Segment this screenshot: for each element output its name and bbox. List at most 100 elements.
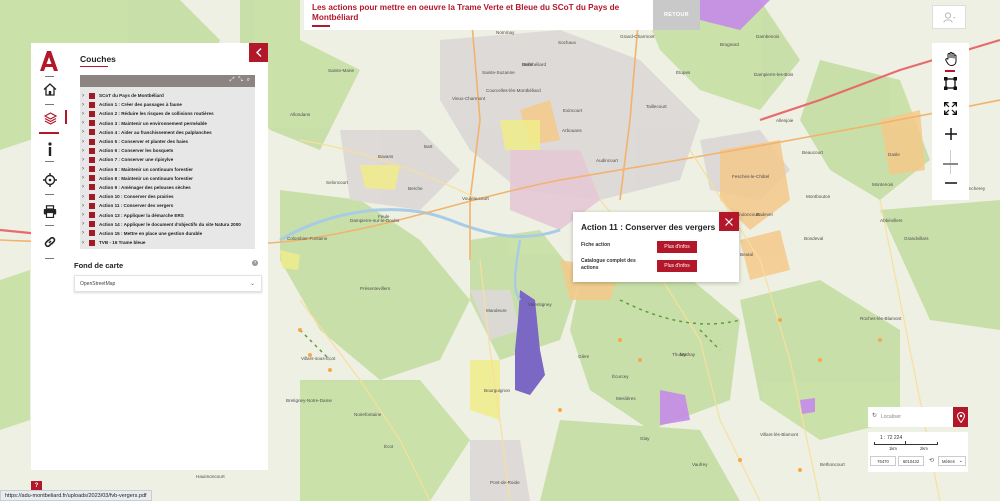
popup-close-button[interactable] [719, 212, 739, 231]
chevron-right-icon[interactable]: › [82, 194, 89, 200]
minus-icon [944, 182, 957, 184]
fullscreen-button[interactable] [939, 98, 962, 118]
user-menu-button[interactable] [932, 5, 966, 29]
chevron-right-icon[interactable]: › [82, 139, 89, 145]
swap-icon[interactable]: ⟲ [929, 457, 934, 464]
chevron-right-icon[interactable]: › [82, 93, 89, 99]
zoom-slider[interactable] [939, 150, 962, 174]
layer-row[interactable]: › Action 15 : Mettre en place une gestion… [80, 229, 255, 238]
expand-icon[interactable]: ⤢ ⤡ ⌕ [230, 77, 251, 84]
layer-checkbox[interactable] [89, 239, 95, 246]
chevron-right-icon[interactable]: › [82, 129, 89, 135]
locate-input[interactable] [881, 411, 951, 423]
basemap-select[interactable]: OpenStreetMap ⌄ [74, 275, 262, 292]
layer-label: SCoT du Pays de Montbéliard [99, 93, 164, 99]
layer-row[interactable]: › Action 6 : Conserver les bosquets [80, 146, 255, 155]
layer-checkbox[interactable] [89, 175, 95, 182]
map-place-label: Vaufrey [692, 462, 708, 467]
map-place-label: Audincourt [596, 158, 618, 163]
layer-row[interactable]: › Action 7 : Conserver une ripisylve [80, 155, 255, 164]
layer-checkbox[interactable] [89, 129, 95, 136]
map-place-label: Meslières [616, 396, 636, 401]
crosshair-icon [43, 173, 57, 187]
locate-button[interactable] [39, 170, 61, 190]
layer-row[interactable]: › SCoT du Pays de Montbéliard [80, 91, 255, 100]
refresh-icon[interactable]: ↻ [872, 412, 877, 419]
chevron-right-icon[interactable]: › [82, 148, 89, 154]
collapse-panel-button[interactable] [249, 43, 268, 62]
layer-row[interactable]: › Action 2 : Réduire les risques de colli… [80, 109, 255, 118]
map-place-label: Sainte-Suzanne [482, 70, 515, 75]
chevron-right-icon[interactable]: › [82, 240, 89, 246]
map-place-label: Grand-Charmont [620, 34, 655, 39]
select-area-button[interactable] [939, 73, 962, 93]
layer-label: Action 9 : Aménager des pelouses sèches [99, 184, 191, 190]
title-banner: Les actions pour mettre en oeuvre la Tra… [304, 0, 654, 30]
link-button[interactable] [39, 232, 61, 252]
layer-checkbox[interactable] [89, 138, 95, 145]
chevron-right-icon[interactable]: › [82, 175, 89, 181]
zoom-in-button[interactable] [939, 124, 962, 144]
map-place-label: Nommay [496, 30, 515, 35]
layer-row[interactable]: › Action 5 : Conserver et planter des hai… [80, 137, 255, 146]
unit-select[interactable]: Mètres ⌄ [938, 456, 966, 466]
zoom-slider-handle[interactable] [943, 163, 958, 165]
zoom-out-button[interactable] [939, 173, 962, 193]
layer-row[interactable]: › TVB - 16 Trame bleue [80, 238, 255, 247]
plus-icon [944, 128, 957, 140]
chevron-right-icon[interactable]: › [82, 102, 89, 108]
retour-button[interactable]: RETOUR [653, 0, 700, 30]
chevron-right-icon[interactable]: › [82, 221, 89, 227]
layer-label: Action 2 : Réduire les risques de collis… [99, 111, 214, 117]
chevron-right-icon[interactable]: › [82, 166, 89, 172]
map-place-label: Bart [424, 144, 433, 149]
layer-checkbox[interactable] [89, 120, 95, 127]
layer-checkbox[interactable] [89, 166, 95, 173]
toolbar-separator [45, 194, 54, 195]
chevron-right-icon[interactable]: › [82, 120, 89, 126]
pan-button[interactable] [939, 49, 962, 69]
home-button[interactable] [39, 79, 61, 99]
map-place-label: Noirefontaine [354, 412, 382, 417]
chevron-right-icon[interactable]: › [82, 111, 89, 117]
map-place-label: Écot [384, 444, 394, 449]
layer-checkbox[interactable] [89, 193, 95, 200]
layer-checkbox[interactable] [89, 202, 95, 209]
layer-row[interactable]: › Action 1 : Créer des passages à faune [80, 100, 255, 109]
catalogue-button[interactable]: Plus d'infos [657, 260, 697, 272]
info-button[interactable] [39, 139, 61, 159]
layer-row[interactable]: › Action 9 : Aménager des pelouses sèches [80, 183, 255, 192]
layer-checkbox[interactable] [89, 92, 95, 99]
chevron-right-icon[interactable]: › [82, 203, 89, 209]
layer-row[interactable]: › Action 8 : Maintenir un continuum fores… [80, 174, 255, 183]
layer-row[interactable]: › Action 8 : Maintenir un continuum fores… [80, 165, 255, 174]
layer-label: Action 6 : Conserver les bosquets [99, 148, 174, 154]
layer-checkbox[interactable] [89, 212, 95, 219]
layer-checkbox[interactable] [89, 101, 95, 108]
layer-checkbox[interactable] [89, 110, 95, 117]
layer-row[interactable]: › Action 11 : Conserver des vergers [80, 201, 255, 210]
layer-row[interactable]: › Action 10 : Conserver des prairies [80, 192, 255, 201]
map-place-label: Beaucourt [802, 150, 823, 155]
fiche-action-button[interactable]: Plus d'infos [657, 241, 697, 253]
layer-row[interactable]: › Action 3 : Maintenir un environnement p… [80, 119, 255, 128]
layer-checkbox[interactable] [89, 147, 95, 154]
map-place-label: Bethoncourt [820, 462, 845, 467]
layer-checkbox[interactable] [89, 184, 95, 191]
chevron-right-icon[interactable]: › [82, 230, 89, 236]
layer-row[interactable]: › Action 4 : Aider au franchissement des … [80, 128, 255, 137]
layers-button[interactable] [39, 108, 61, 128]
layer-checkbox[interactable] [89, 230, 95, 237]
help-icon[interactable]: ? [252, 260, 258, 266]
chevron-right-icon[interactable]: › [82, 157, 89, 163]
print-button[interactable] [39, 201, 61, 221]
layer-row[interactable]: › Action 14 : Appliquer le document d'obj… [80, 220, 255, 229]
layer-checkbox[interactable] [89, 156, 95, 163]
chevron-right-icon[interactable]: › [82, 212, 89, 218]
layer-label: Action 14 : Appliquer le document d'obje… [99, 221, 241, 227]
layer-checkbox[interactable] [89, 221, 95, 228]
locate-pin-button[interactable] [953, 407, 968, 427]
chevron-down-icon: ⌄ [958, 458, 963, 464]
chevron-right-icon[interactable]: › [82, 184, 89, 190]
layer-row[interactable]: › Action 13 : Appliquer la démarche ERS [80, 210, 255, 219]
